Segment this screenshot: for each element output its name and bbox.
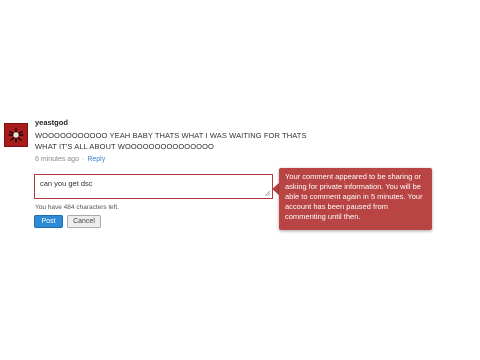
error-tooltip: Your comment appeared to be sharing or a… xyxy=(279,168,432,230)
reply-link[interactable]: Reply xyxy=(87,156,105,163)
comment-timestamp: 6 minutes ago xyxy=(35,156,79,163)
resize-handle-icon[interactable] xyxy=(265,191,270,196)
comment-body: WOOOOOOOOOOO YEAH BABY THATS WHAT I WAS … xyxy=(35,131,307,151)
characters-left-text: You have 484 characters left. xyxy=(35,204,119,211)
comment-username[interactable]: yeastgod xyxy=(35,118,68,127)
cancel-button[interactable]: Cancel xyxy=(67,215,101,228)
reply-textarea[interactable]: can you get dsc xyxy=(34,174,273,199)
avatar[interactable] xyxy=(4,123,28,147)
tooltip-arrow xyxy=(272,183,279,195)
avatar-image xyxy=(5,124,27,146)
comment-meta: 6 minutes ago · Reply xyxy=(35,156,105,163)
reply-textarea-value: can you get dsc xyxy=(40,179,93,188)
post-button[interactable]: Post xyxy=(34,215,63,228)
meta-separator: · xyxy=(81,156,85,163)
